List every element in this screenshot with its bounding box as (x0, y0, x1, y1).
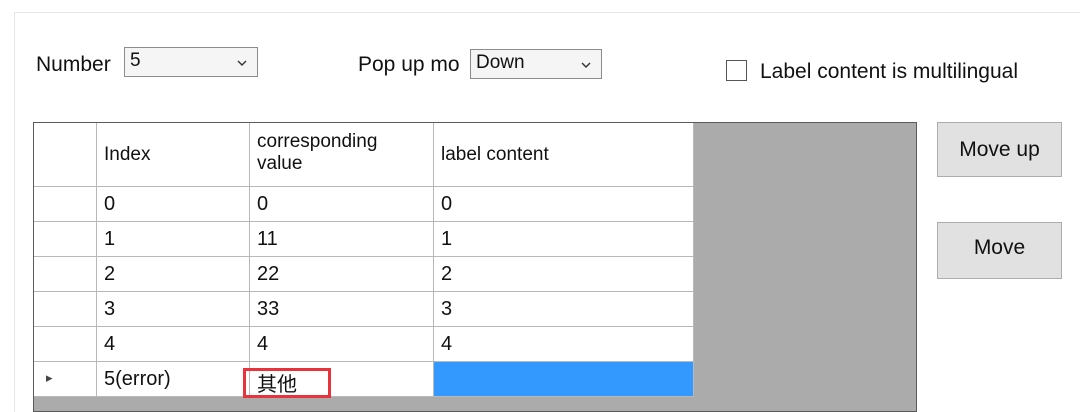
cell-corresponding-value[interactable]: 0 (250, 187, 434, 222)
cell-label-content[interactable]: 4 (434, 327, 694, 362)
move-button[interactable]: Move (937, 222, 1062, 279)
cell-corresponding-value[interactable]: 33 (250, 292, 434, 327)
cell-label-content[interactable]: 2 (434, 257, 694, 292)
cell-index[interactable]: 5(error) (97, 362, 250, 397)
number-label: Number (36, 53, 111, 76)
number-select-value: 5 (130, 50, 141, 71)
chevron-down-icon (581, 62, 591, 68)
popup-mode-select[interactable]: Down (470, 49, 602, 79)
chevron-down-icon (237, 60, 247, 66)
multilingual-checkbox-label: Label content is multilingual (760, 60, 1018, 83)
current-row-indicator-icon[interactable]: ▸ (34, 362, 97, 397)
data-grid[interactable]: Index corresponding value label content … (33, 122, 917, 412)
cell-index[interactable]: 4 (97, 327, 250, 362)
cell-index[interactable]: 2 (97, 257, 250, 292)
row-header[interactable] (34, 187, 97, 222)
cell-index[interactable]: 3 (97, 292, 250, 327)
cell-index[interactable]: 1 (97, 222, 250, 257)
move-up-button[interactable]: Move up (937, 122, 1062, 177)
column-header-index[interactable]: Index (97, 123, 250, 187)
row-header[interactable] (34, 292, 97, 327)
number-select[interactable]: 5 (124, 47, 258, 77)
cell-label-content[interactable]: 1 (434, 222, 694, 257)
column-header-corresponding-value[interactable]: corresponding value (250, 123, 434, 187)
cell-label-content-selected[interactable] (434, 362, 694, 397)
multilingual-checkbox[interactable] (726, 60, 747, 81)
cell-label-content[interactable]: 0 (434, 187, 694, 222)
popup-mode-value: Down (476, 52, 525, 73)
row-header[interactable] (34, 222, 97, 257)
column-header-label-content[interactable]: label content (434, 123, 694, 187)
row-header[interactable] (34, 257, 97, 292)
cell-corresponding-value[interactable]: 4 (250, 327, 434, 362)
error-highlight-box (243, 368, 331, 398)
row-header[interactable] (34, 327, 97, 362)
cell-corresponding-value[interactable]: 22 (250, 257, 434, 292)
cell-label-content[interactable]: 3 (434, 292, 694, 327)
cell-index[interactable]: 0 (97, 187, 250, 222)
cell-corresponding-value[interactable]: 11 (250, 222, 434, 257)
popup-mode-label: Pop up mo (358, 53, 460, 76)
grid-corner-header (34, 123, 97, 187)
